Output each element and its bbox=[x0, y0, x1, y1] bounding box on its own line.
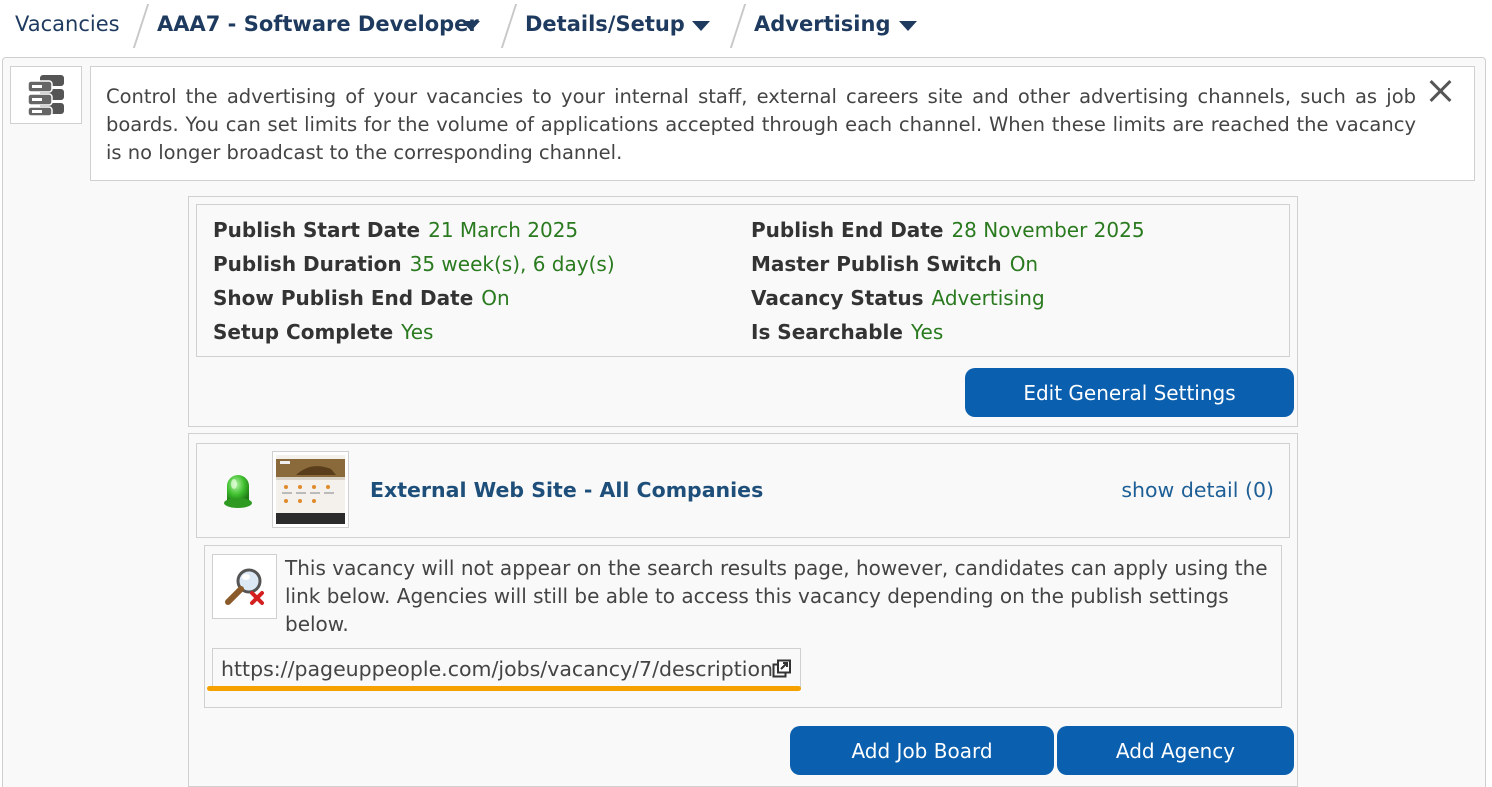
status-light-icon bbox=[224, 475, 252, 508]
not-searchable-icon-box bbox=[212, 554, 277, 619]
field-value: 21 March 2025 bbox=[428, 218, 579, 242]
field-value: On bbox=[1009, 252, 1039, 276]
breadcrumb-separator bbox=[500, 4, 518, 48]
close-icon[interactable] bbox=[1428, 79, 1452, 103]
channel-title-link[interactable]: External Web Site - All Companies bbox=[370, 478, 763, 502]
field-label: Publish Duration bbox=[213, 252, 402, 276]
field-value: 35 week(s), 6 day(s) bbox=[409, 252, 615, 276]
details-dropdown-icon[interactable] bbox=[692, 21, 710, 31]
section-icon-box bbox=[10, 66, 82, 124]
field-label: Publish Start Date bbox=[213, 218, 421, 242]
vacancy-dropdown-icon[interactable] bbox=[462, 21, 480, 31]
vacancy-status: Vacancy Status Advertising bbox=[751, 286, 1045, 310]
url-highlight-underline bbox=[207, 686, 801, 691]
vacancy-url-box: https://pageuppeople.com/jobs/vacancy/7/… bbox=[212, 648, 801, 690]
setup-complete: Setup Complete Yes bbox=[213, 320, 433, 344]
is-searchable: Is Searchable Yes bbox=[751, 320, 943, 344]
field-label: Publish End Date bbox=[751, 218, 944, 242]
breadcrumb-separator bbox=[132, 4, 150, 48]
field-value: Yes bbox=[401, 320, 434, 344]
info-box: Control the advertising of your vacancie… bbox=[90, 66, 1475, 181]
edit-general-settings-button[interactable]: Edit General Settings bbox=[965, 368, 1294, 417]
field-label: Is Searchable bbox=[751, 320, 903, 344]
breadcrumb-vacancies[interactable]: Vacancies bbox=[15, 12, 120, 36]
channel-notice-text: This vacancy will not appear on the sear… bbox=[285, 556, 1268, 636]
field-label: Master Publish Switch bbox=[751, 252, 1002, 276]
publish-start-date: Publish Start Date 21 March 2025 bbox=[213, 218, 578, 242]
add-job-board-button[interactable]: Add Job Board bbox=[790, 726, 1054, 775]
master-publish-switch: Master Publish Switch On bbox=[751, 252, 1038, 276]
add-agency-button[interactable]: Add Agency bbox=[1057, 726, 1294, 775]
careers-site-image bbox=[276, 455, 345, 524]
database-icon bbox=[27, 75, 64, 117]
field-value: On bbox=[481, 286, 510, 310]
breadcrumb-separator bbox=[729, 4, 747, 48]
field-value: 28 November 2025 bbox=[951, 218, 1145, 242]
field-label: Show Publish End Date bbox=[213, 286, 474, 310]
show-detail-link[interactable]: show detail (0) bbox=[1121, 478, 1274, 502]
info-text: Control the advertising of your vacancie… bbox=[106, 85, 1416, 164]
vacancy-url-link[interactable]: https://pageuppeople.com/jobs/vacancy/7/… bbox=[221, 657, 773, 681]
channel-thumbnail bbox=[272, 451, 349, 528]
external-link-icon[interactable] bbox=[772, 659, 792, 679]
show-publish-end-date: Show Publish End Date On bbox=[213, 286, 510, 310]
search-disabled-icon bbox=[224, 568, 264, 605]
field-value: Yes bbox=[910, 320, 944, 344]
advertising-dropdown-icon[interactable] bbox=[899, 21, 917, 31]
field-label: Vacancy Status bbox=[751, 286, 924, 310]
breadcrumb-vacancy[interactable]: AAA7 - Software Developer bbox=[157, 12, 479, 36]
field-value: Advertising bbox=[931, 286, 1045, 310]
field-label: Setup Complete bbox=[213, 320, 394, 344]
publish-end-date: Publish End Date 28 November 2025 bbox=[751, 218, 1145, 242]
breadcrumb-advertising[interactable]: Advertising bbox=[754, 12, 891, 36]
breadcrumb: Vacancies AAA7 - Software Developer Deta… bbox=[0, 0, 1492, 52]
breadcrumb-details-setup[interactable]: Details/Setup bbox=[525, 12, 685, 36]
publish-duration: Publish Duration 35 week(s), 6 day(s) bbox=[213, 252, 615, 276]
